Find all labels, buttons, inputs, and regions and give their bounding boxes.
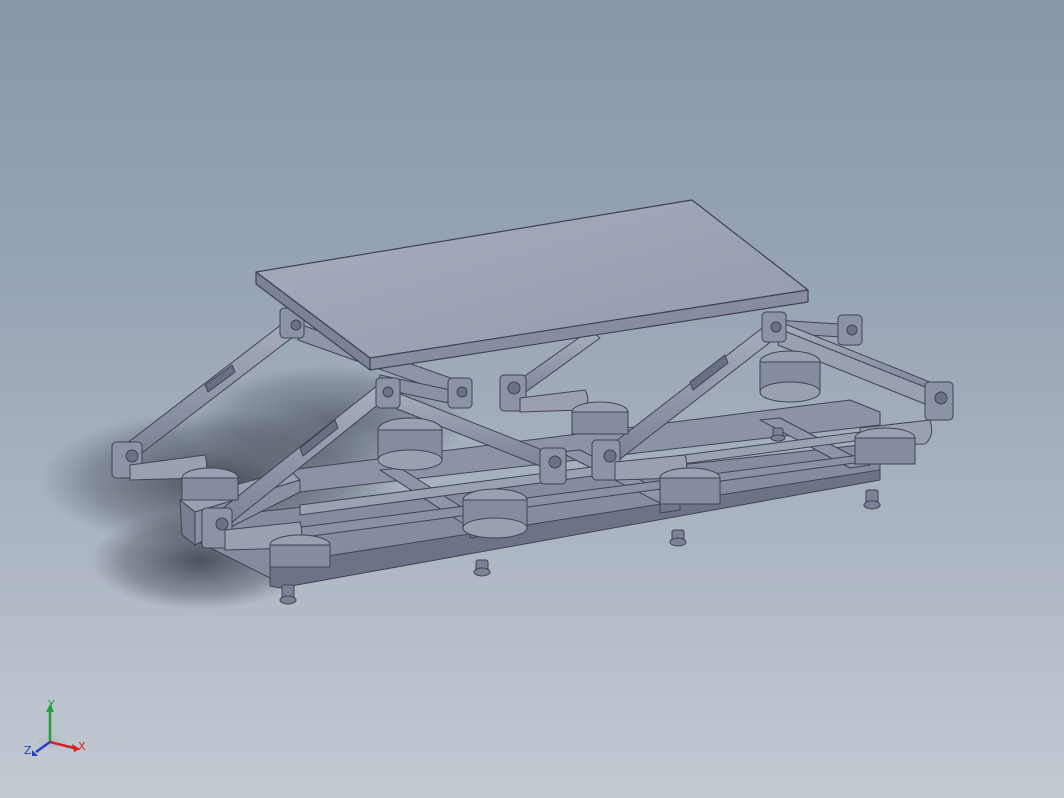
graphics-viewport[interactable]: Y X Z bbox=[0, 0, 1064, 798]
foot-front-mid bbox=[473, 559, 491, 577]
foot-rear-right bbox=[770, 427, 786, 442]
triad-y-label: Y bbox=[48, 698, 55, 711]
triad-x-label: X bbox=[78, 740, 86, 753]
foot-front-left bbox=[279, 584, 297, 605]
pivot-block-mid-front bbox=[539, 447, 567, 485]
foot-front-mid2 bbox=[669, 529, 687, 547]
top-plate[interactable] bbox=[255, 199, 809, 371]
model-3d-view[interactable] bbox=[0, 0, 1064, 798]
orientation-triad[interactable]: Y X Z bbox=[22, 698, 92, 770]
triad-z-label: Z bbox=[24, 744, 32, 757]
foot-front-right bbox=[863, 489, 881, 510]
pivot-block-mid-rear bbox=[499, 374, 589, 413]
